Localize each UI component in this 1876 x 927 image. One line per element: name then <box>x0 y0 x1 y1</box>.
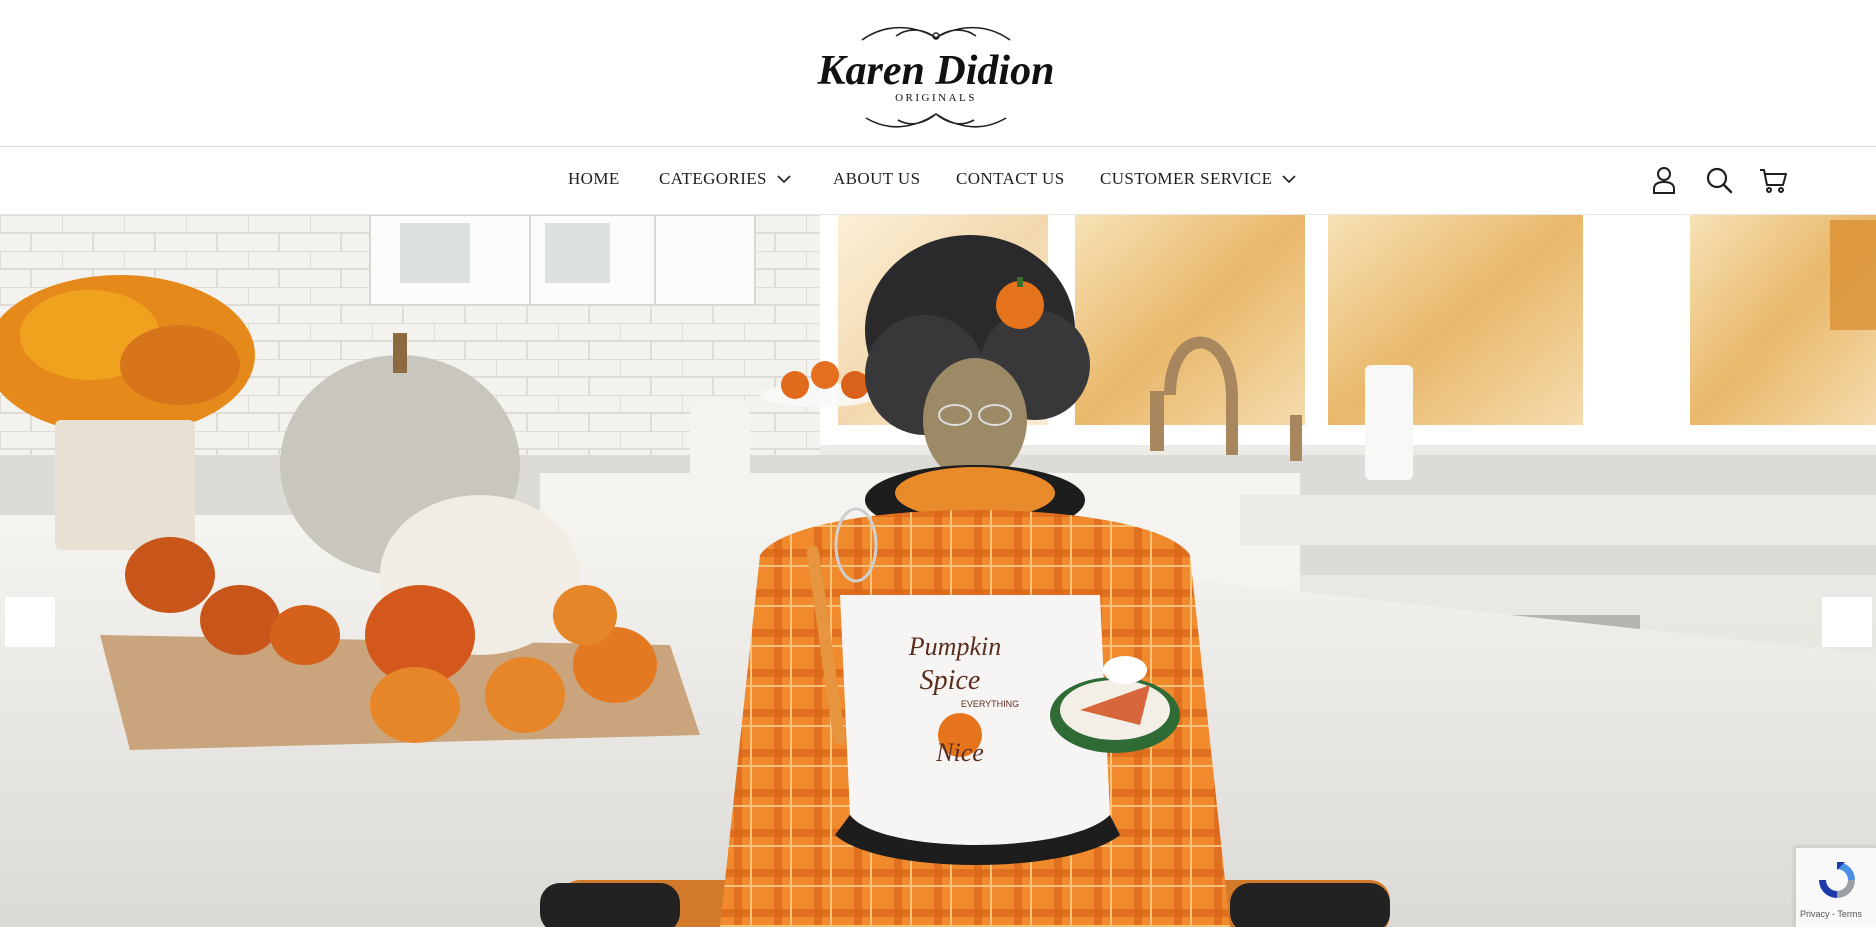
main-navigation: HOME CATEGORIES ABOUT US CONTACT US CUST… <box>0 147 1876 214</box>
nav-label-categories: CATEGORIES <box>659 169 767 188</box>
recaptcha-badge[interactable]: Privacy - Terms <box>1795 847 1876 927</box>
nav-item-contact-us[interactable]: CONTACT US <box>956 169 1065 189</box>
nav-label-home: HOME <box>568 169 620 188</box>
recaptcha-links[interactable]: Privacy - Terms <box>1800 909 1862 919</box>
apron-text-line4: Nice <box>935 738 984 767</box>
main-navigation-bar: HOME CATEGORIES ABOUT US CONTACT US CUST… <box>0 147 1876 215</box>
nav-item-about-us[interactable]: ABOUT US <box>833 169 920 189</box>
logo-subtitle: ORIGINALS <box>895 92 977 104</box>
nav-label-customer-service: CUSTOMER SERVICE <box>1100 169 1273 188</box>
search-icon <box>1706 167 1733 194</box>
header-logo-bar: Karen Didion ORIGINALS <box>0 0 1876 147</box>
logo-name: Karen Didion <box>817 48 1055 94</box>
apron-text-line1: Pumpkin <box>908 632 1001 661</box>
search-button[interactable] <box>1704 165 1734 195</box>
hero-image: Pumpkin Spice EVERYTHING Nice <box>0 215 1876 927</box>
cart-button[interactable] <box>1758 165 1788 195</box>
account-button[interactable] <box>1649 165 1679 195</box>
chevron-down-icon <box>777 174 791 183</box>
cart-icon <box>1760 169 1787 193</box>
nav-item-home[interactable]: HOME <box>568 169 620 189</box>
nav-item-categories[interactable]: CATEGORIES <box>659 169 791 189</box>
nav-label-about-us: ABOUT US <box>833 169 921 188</box>
slider-next-button[interactable] <box>1822 597 1872 647</box>
nav-item-customer-service[interactable]: CUSTOMER SERVICE <box>1100 169 1296 189</box>
slider-prev-button[interactable] <box>5 597 55 647</box>
recaptcha-icon <box>1819 862 1855 898</box>
nav-label-contact-us: CONTACT US <box>956 169 1065 188</box>
account-icon <box>1653 167 1675 194</box>
apron-text-line2: Spice <box>920 665 981 696</box>
hero-slideshow: Pumpkin Spice EVERYTHING Nice Privacy - … <box>0 215 1876 927</box>
logo-image: Karen Didion ORIGINALS <box>817 26 1055 128</box>
brand-logo[interactable]: Karen Didion ORIGINALS <box>800 18 1072 134</box>
apron-text-line3: EVERYTHING <box>961 699 1019 709</box>
chevron-down-icon <box>1282 174 1296 183</box>
